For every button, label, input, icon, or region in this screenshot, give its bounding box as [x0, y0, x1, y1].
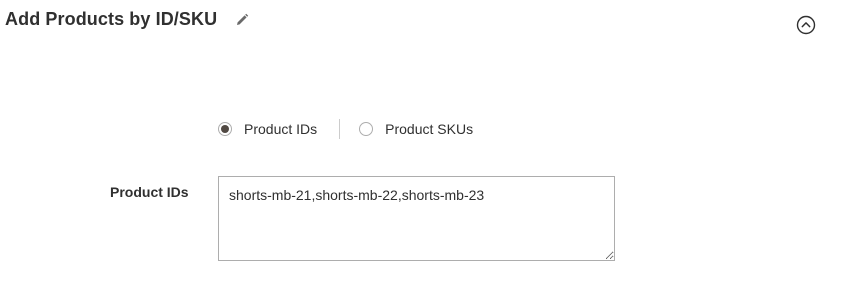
product-ids-field-label: Product IDs: [110, 184, 189, 200]
radio-button-product-skus[interactable]: [359, 122, 374, 136]
chevron-up-circle-icon: [796, 15, 816, 35]
radio-label-product-skus: Product SKUs: [385, 121, 474, 137]
collapse-section-button[interactable]: [796, 15, 816, 35]
radio-option-product-skus[interactable]: Product SKUs: [359, 121, 473, 137]
page: Add Products by ID/SKU Product IDs Produ…: [0, 0, 843, 298]
section-header: Add Products by ID/SKU: [5, 9, 250, 30]
pencil-icon[interactable]: [234, 12, 250, 28]
radio-button-product-ids[interactable]: [218, 122, 232, 136]
id-type-radio-group: Product IDs Product SKUs: [218, 119, 473, 139]
radio-option-product-ids[interactable]: Product IDs: [218, 121, 317, 137]
section-title: Add Products by ID/SKU: [5, 9, 218, 29]
product-ids-textarea[interactable]: shorts-mb-21,shorts-mb-22,shorts-mb-23: [218, 176, 615, 261]
radio-divider: [339, 119, 341, 139]
radio-label-product-ids: Product IDs: [244, 121, 318, 137]
